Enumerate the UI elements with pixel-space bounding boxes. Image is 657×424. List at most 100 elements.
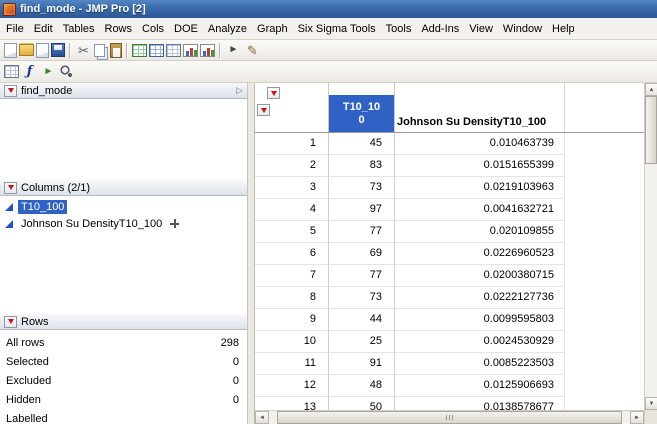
row-number-cell[interactable]: 8 xyxy=(255,287,329,309)
row-number-cell[interactable]: 6 xyxy=(255,243,329,265)
t10-100-cell[interactable]: 48 xyxy=(329,375,395,397)
table-row[interactable]: 4 97 0.0041632721 xyxy=(255,199,644,221)
menu-item[interactable]: Tables xyxy=(58,20,100,38)
t10-100-cell[interactable]: 69 xyxy=(329,243,395,265)
t10-100-cell[interactable]: 97 xyxy=(329,199,395,221)
title-bar[interactable]: find_mode - JMP Pro [2] xyxy=(0,0,657,18)
rows-stat-row[interactable]: Selected 0 xyxy=(0,352,247,371)
run-script-icon[interactable]: ► xyxy=(40,63,57,80)
rows-stat-row[interactable]: Hidden 0 xyxy=(0,390,247,409)
menu-item[interactable]: Add-Ins xyxy=(416,20,464,38)
join-tables-icon[interactable] xyxy=(166,43,181,57)
rows-menu-icon[interactable] xyxy=(257,104,270,116)
graph-builder-icon[interactable] xyxy=(183,43,198,57)
row-number-cell[interactable]: 12 xyxy=(255,375,329,397)
menu-item[interactable]: Analyze xyxy=(203,20,252,38)
formula-column-icon[interactable] xyxy=(170,219,180,228)
v-scroll-track[interactable] xyxy=(645,164,657,397)
scroll-down-icon[interactable]: ▼ xyxy=(645,397,657,410)
table-row[interactable]: 5 77 0.020109855 xyxy=(255,221,644,243)
distribution-icon[interactable] xyxy=(200,43,215,57)
h-scroll-track[interactable] xyxy=(269,411,277,424)
open-icon[interactable] xyxy=(19,44,34,56)
menu-item[interactable]: View xyxy=(464,20,498,38)
columns-menu-icon[interactable] xyxy=(267,87,280,99)
row-number-cell[interactable]: 4 xyxy=(255,199,329,221)
t10-100-cell[interactable]: 83 xyxy=(329,155,395,177)
menu-item[interactable]: Help xyxy=(547,20,580,38)
table-red-triangle-icon[interactable] xyxy=(4,84,17,97)
cut-icon[interactable]: ✂ xyxy=(75,42,92,59)
density-cell[interactable]: 0.010463739 xyxy=(395,133,565,155)
menu-item[interactable]: DOE xyxy=(169,20,203,38)
column-item-label[interactable]: Johnson Su DensityT10_100 xyxy=(18,217,165,231)
h-scroll-track[interactable] xyxy=(622,411,630,424)
row-number-cell[interactable]: 13 xyxy=(255,397,329,410)
rows-stat-row[interactable]: Labelled xyxy=(0,409,247,424)
table-row[interactable]: 2 83 0.0151655399 xyxy=(255,155,644,177)
grid-corner-cell[interactable] xyxy=(255,83,329,132)
new-journal-icon[interactable] xyxy=(36,42,49,58)
scroll-left-icon[interactable]: ◄ xyxy=(255,411,269,424)
density-cell[interactable]: 0.0226960523 xyxy=(395,243,565,265)
density-cell[interactable]: 0.0125906693 xyxy=(395,375,565,397)
formula-editor-icon[interactable]: ƒ xyxy=(21,63,38,80)
row-number-cell[interactable]: 1 xyxy=(255,133,329,155)
density-cell[interactable]: 0.0219103963 xyxy=(395,177,565,199)
menu-item[interactable]: Cols xyxy=(137,20,169,38)
menu-item[interactable]: Edit xyxy=(29,20,58,38)
panel-splitter[interactable] xyxy=(248,83,255,424)
table-row[interactable]: 11 91 0.0085223503 xyxy=(255,353,644,375)
zoom-icon[interactable] xyxy=(59,64,74,79)
column-header-johnson-density[interactable]: Johnson Su DensityT10_100 xyxy=(395,83,565,132)
table-row[interactable]: 13 50 0.0138578677 xyxy=(255,397,644,410)
new-data-table-icon[interactable] xyxy=(4,42,17,58)
table-row[interactable]: 3 73 0.0219103963 xyxy=(255,177,644,199)
density-cell[interactable]: 0.020109855 xyxy=(395,221,565,243)
density-cell[interactable]: 0.0024530929 xyxy=(395,331,565,353)
density-cell[interactable]: 0.0041632721 xyxy=(395,199,565,221)
copy-icon[interactable] xyxy=(94,43,105,57)
column-item-label[interactable]: T10_100 xyxy=(18,199,68,214)
menu-item[interactable]: Window xyxy=(498,20,547,38)
density-cell[interactable]: 0.0138578677 xyxy=(395,397,565,410)
rows-red-triangle-icon[interactable] xyxy=(4,315,17,328)
row-number-cell[interactable]: 3 xyxy=(255,177,329,199)
column-list-item-johnson-density[interactable]: Johnson Su DensityT10_100 xyxy=(0,215,247,232)
table-row[interactable]: 1 45 0.010463739 xyxy=(255,133,644,155)
rows-stat-row[interactable]: Excluded 0 xyxy=(0,371,247,390)
row-number-cell[interactable]: 2 xyxy=(255,155,329,177)
column-header-t10-100[interactable]: T10_10 0 xyxy=(329,83,395,132)
menu-item[interactable]: Rows xyxy=(100,20,138,38)
row-number-cell[interactable]: 7 xyxy=(255,265,329,287)
row-number-cell[interactable]: 5 xyxy=(255,221,329,243)
row-number-cell[interactable]: 10 xyxy=(255,331,329,353)
annotate-icon[interactable]: ✎ xyxy=(244,42,261,59)
density-cell[interactable]: 0.0200380715 xyxy=(395,265,565,287)
paste-icon[interactable] xyxy=(110,42,122,58)
columns-red-triangle-icon[interactable] xyxy=(4,181,17,194)
t10-100-cell[interactable]: 73 xyxy=(329,287,395,309)
table-row[interactable]: 7 77 0.0200380715 xyxy=(255,265,644,287)
column-list-item-t10-100[interactable]: T10_100 xyxy=(0,198,247,215)
panel-expand-icon[interactable]: ▷ xyxy=(236,85,243,96)
t10-100-cell[interactable]: 25 xyxy=(329,331,395,353)
menu-item[interactable]: Six Sigma Tools xyxy=(293,20,381,38)
menu-item[interactable]: File xyxy=(1,20,29,38)
summary-table-icon[interactable] xyxy=(149,43,164,57)
density-cell[interactable]: 0.0151655399 xyxy=(395,155,565,177)
table-row[interactable]: 12 48 0.0125906693 xyxy=(255,375,644,397)
t10-100-cell[interactable]: 45 xyxy=(329,133,395,155)
row-number-cell[interactable]: 11 xyxy=(255,353,329,375)
t10-100-cell[interactable]: 77 xyxy=(329,221,395,243)
density-cell[interactable]: 0.0085223503 xyxy=(395,353,565,375)
table-row[interactable]: 6 69 0.0226960523 xyxy=(255,243,644,265)
t10-100-cell[interactable]: 73 xyxy=(329,177,395,199)
t10-100-cell[interactable]: 50 xyxy=(329,397,395,410)
horizontal-scrollbar[interactable]: ◄ ► xyxy=(255,410,644,424)
menu-item[interactable]: Tools xyxy=(381,20,417,38)
table-row[interactable]: 8 73 0.0222127736 xyxy=(255,287,644,309)
vertical-scrollbar-thumb[interactable] xyxy=(645,96,657,164)
density-cell[interactable]: 0.0099595803 xyxy=(395,309,565,331)
rows-stat-row[interactable]: All rows 298 xyxy=(0,333,247,352)
